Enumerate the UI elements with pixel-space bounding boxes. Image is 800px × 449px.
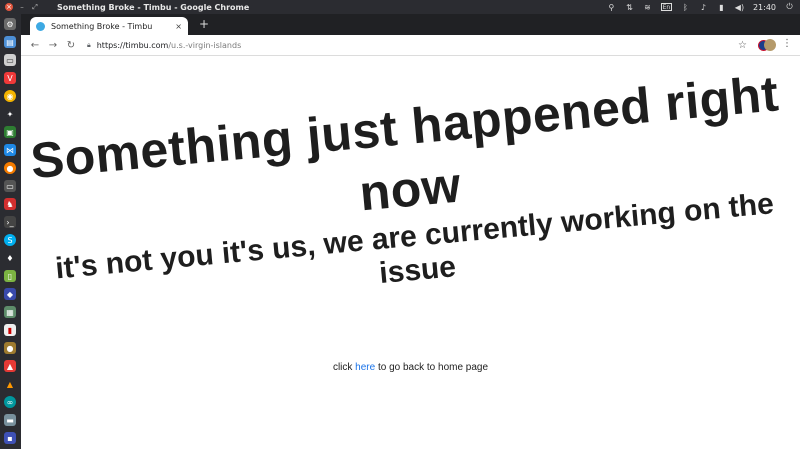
address-bar[interactable]: 🔒︎ https://timbu.com/u.s.-virgin-islands…: [87, 37, 777, 54]
vivaldi-icon[interactable]: V: [4, 72, 16, 84]
back-arrow-icon[interactable]: ←: [26, 40, 44, 51]
forward-arrow-icon[interactable]: →: [44, 40, 62, 51]
app-icon[interactable]: ▪: [4, 432, 16, 444]
back-home-text: click here to go back to home page: [21, 362, 800, 373]
back-suffix: to go back to home page: [375, 362, 489, 373]
tab-title: Something Broke - Timbu: [51, 21, 153, 31]
vlc-icon[interactable]: ▲: [4, 378, 16, 390]
folder-icon[interactable]: ▬: [4, 414, 16, 426]
app-icon[interactable]: ✦: [4, 108, 16, 120]
app-icon[interactable]: ◆: [4, 288, 16, 300]
chrome-icon[interactable]: ◉: [4, 90, 16, 102]
url-path: /u.s.-virgin-islands: [168, 41, 242, 50]
bluetooth-icon[interactable]: ᛒ: [681, 3, 690, 12]
skype-icon[interactable]: S: [4, 234, 16, 246]
firefox-icon[interactable]: ●: [4, 162, 16, 174]
files-icon[interactable]: ▤: [4, 36, 16, 48]
window-title: Something Broke - Timbu - Google Chrome: [57, 2, 250, 12]
monitor-icon[interactable]: ▭: [4, 180, 16, 192]
lock-icon[interactable]: 🔒︎: [87, 41, 91, 50]
document-icon[interactable]: ▮: [4, 324, 16, 336]
maximize-window-icon[interactable]: ⤢: [31, 3, 39, 12]
power-icon[interactable]: ⏻: [785, 2, 794, 12]
close-window-icon[interactable]: ×: [5, 3, 13, 11]
arduino-icon[interactable]: ∞: [4, 396, 16, 408]
page-content: Something just happened right now it's n…: [21, 56, 800, 449]
app-icon[interactable]: ♦: [4, 252, 16, 264]
text-editor-icon[interactable]: ▭: [4, 54, 16, 66]
android-icon[interactable]: ▯: [4, 270, 16, 282]
reload-icon[interactable]: ↻: [62, 40, 80, 51]
app-dock: ⚙ ▤ ▭ V ◉ ✦ ▣ ⋈ ● ▭ ♞ ›_ S ♦ ▯ ◆ ▦ ▮ ● ▲…: [0, 14, 21, 449]
minimize-window-icon[interactable]: –: [18, 3, 26, 11]
window-controls: × – ⤢: [0, 3, 39, 12]
game-icon[interactable]: ♞: [4, 198, 16, 210]
error-message-block: Something just happened right now it's n…: [14, 61, 800, 323]
bookmark-star-icon[interactable]: ☆: [738, 40, 747, 51]
home-link[interactable]: here: [355, 362, 375, 373]
clock[interactable]: 21:40: [753, 3, 776, 12]
wifi-icon[interactable]: ≋: [643, 3, 652, 12]
system-top-bar: × – ⤢ Something Broke - Timbu - Google C…: [0, 0, 800, 14]
settings-icon[interactable]: ⚙: [4, 18, 16, 30]
url-host: https://timbu.com: [96, 41, 169, 50]
browser-menu-icon[interactable]: ⋮: [782, 38, 792, 49]
browser-toolbar: ← → ↻ 🔒︎ https://timbu.com/u.s.-virgin-i…: [21, 35, 800, 56]
back-prefix: click: [332, 362, 356, 373]
browser-tab[interactable]: Something Broke - Timbu ×: [30, 17, 188, 35]
battery-icon[interactable]: ▮: [717, 3, 726, 12]
keyboard-layout-indicator[interactable]: En: [660, 3, 672, 11]
close-tab-icon[interactable]: ×: [175, 22, 182, 31]
app-icon[interactable]: ▲: [4, 360, 16, 372]
volume-icon[interactable]: ◀): [735, 3, 744, 12]
new-tab-button[interactable]: +: [197, 17, 211, 31]
app-icon[interactable]: ●: [4, 342, 16, 354]
location-icon[interactable]: ⚲: [607, 3, 616, 12]
site-favicon-icon: [36, 21, 45, 31]
app-icon[interactable]: ▦: [4, 306, 16, 318]
system-tray: ⚲ ⇅ ≋ En ᛒ ♪ ▮ ◀) 21:40 ⏻: [607, 0, 794, 14]
transfer-icon[interactable]: ⇅: [625, 3, 634, 12]
browser-tab-strip: Something Broke - Timbu × +: [21, 14, 800, 35]
terminal-icon[interactable]: ›_: [4, 216, 16, 228]
notifications-icon[interactable]: ♪: [699, 3, 708, 12]
profile-avatar[interactable]: [764, 39, 776, 51]
